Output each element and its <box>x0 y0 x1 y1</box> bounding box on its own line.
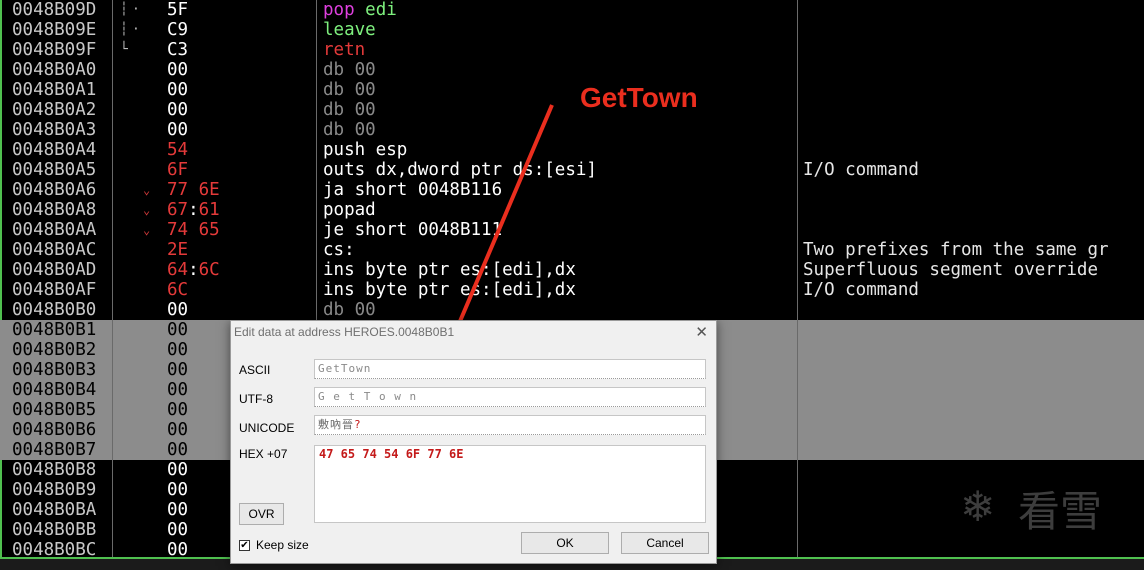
keep-size-label: Keep size <box>256 538 309 552</box>
cancel-button[interactable]: Cancel <box>621 532 709 554</box>
edit-data-dialog: Edit data at address HEROES.0048B0B1 ✕ A… <box>230 320 717 564</box>
hex-field[interactable]: 47 65 74 54 6F 77 6E <box>314 445 706 523</box>
ok-button[interactable]: OK <box>521 532 609 554</box>
watermark: ❄ 看雪 <box>960 482 1102 536</box>
ovr-button[interactable]: OVR <box>239 503 284 525</box>
keep-size-checkbox[interactable]: ✔ Keep size <box>239 538 309 552</box>
ascii-label: ASCII <box>239 363 271 377</box>
unicode-field[interactable]: 敷吶晉? <box>314 415 706 435</box>
unicode-value: 敷吶晉 <box>318 418 354 431</box>
ascii-field[interactable]: GetTown <box>314 359 706 379</box>
watermark-text: 看雪 <box>1018 487 1103 536</box>
utf8-label: UTF-8 <box>239 392 273 406</box>
close-icon[interactable]: ✕ <box>695 323 708 341</box>
utf8-field[interactable]: G e t T o w n <box>314 387 706 407</box>
checkbox-check-icon[interactable]: ✔ <box>239 539 250 551</box>
snowflake-icon: ❄ <box>960 482 996 531</box>
hex-label: HEX +07 <box>239 447 288 461</box>
unicode-label: UNICODE <box>239 421 295 435</box>
unicode-tail: ? <box>354 418 362 431</box>
dialog-title: Edit data at address HEROES.0048B0B1 <box>234 325 455 339</box>
